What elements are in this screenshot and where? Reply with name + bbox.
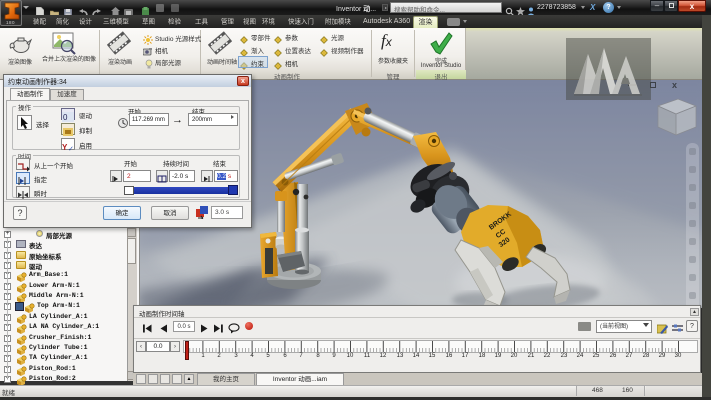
svg-text:0: 0 — [63, 113, 68, 122]
svg-text:✓: ✓ — [68, 146, 74, 152]
